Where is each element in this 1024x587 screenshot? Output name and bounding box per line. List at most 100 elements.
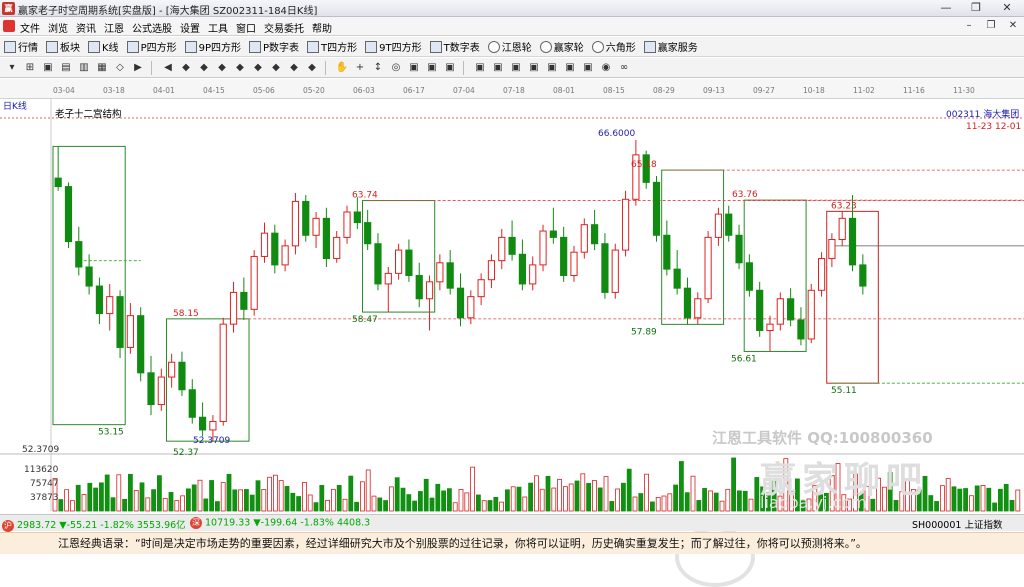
status-sh-index[interactable]: 沪 2983.72 ▼-55.21 -1.82% 3553.96亿 (2, 517, 186, 532)
draw-tool-15-icon[interactable]: ◆ (286, 60, 302, 76)
volume-bar (621, 482, 626, 512)
menu-item-4[interactable]: 公式选股 (132, 20, 178, 35)
draw-tool-9-icon[interactable]: ◆ (178, 60, 194, 76)
toolbar-button-7[interactable]: 9T四方形 (365, 39, 422, 54)
volume-bar (87, 482, 93, 512)
draw-tool-2-icon[interactable]: ▣ (40, 60, 56, 76)
draw-tool-31-icon[interactable]: ◉ (598, 60, 614, 76)
candle-body (683, 287, 692, 319)
app-logo-icon: 赢 (2, 2, 15, 15)
menu-item-3[interactable]: 江恩 (104, 20, 130, 35)
draw-tool-22-icon[interactable]: ▣ (424, 60, 440, 76)
child-minimize-button[interactable]: – (962, 19, 976, 33)
draw-tool-4-icon[interactable]: ▥ (76, 60, 92, 76)
volume-bar (226, 473, 232, 512)
volume-axis-label-2: 75747 (30, 479, 59, 489)
candle-body (322, 217, 330, 260)
volume-bar (197, 479, 203, 512)
volume-bar (267, 476, 273, 512)
volume-bar (655, 497, 661, 512)
volume-bar (748, 498, 754, 512)
draw-tool-17-icon[interactable]: ✋ (334, 60, 350, 76)
candle-body (168, 361, 176, 378)
draw-tool-12-icon[interactable]: ◆ (232, 60, 248, 76)
draw-tool-3-icon[interactable]: ▤ (58, 60, 74, 76)
draw-tool-20-icon[interactable]: ◎ (388, 60, 404, 76)
draw-tool-8-icon[interactable]: ◀ (160, 60, 176, 76)
toolbar-button-12[interactable]: 赢家服务 (643, 39, 698, 54)
volume-bar (464, 492, 470, 512)
draw-tool-13-icon[interactable]: ◆ (250, 60, 266, 76)
price-label: 63.74 (352, 191, 378, 201)
toolbar-button-0[interactable]: 行情 (4, 39, 38, 54)
menu-item-7[interactable]: 窗口 (236, 20, 262, 35)
volume-bar (1015, 489, 1021, 512)
toolbar-button-4[interactable]: 9P四方形 (184, 39, 241, 54)
toolbar-button-8[interactable]: T数字表 (429, 39, 480, 54)
minimize-button[interactable]: — (932, 0, 960, 16)
price-level-labels: 66.6000 65.18 63.74 63.76 63.23 58.15 58.47 57.… (98, 129, 857, 458)
toolbar-button-10[interactable]: 赢家轮 (539, 39, 584, 54)
draw-tool-7-icon[interactable]: ▶ (130, 60, 146, 76)
draw-tool-32-icon[interactable]: ∞ (616, 60, 632, 76)
child-restore-button[interactable]: ❐ (984, 19, 998, 33)
draw-tool-21-icon[interactable]: ▣ (406, 60, 422, 76)
price-label: 52.3709 (193, 436, 230, 446)
toolbar-button-5[interactable]: P数字表 (249, 39, 299, 54)
volume-bar (412, 500, 418, 512)
menu-item-2[interactable]: 资讯 (76, 20, 102, 35)
status-index-name[interactable]: SH000001 上证指数 (912, 517, 1002, 531)
price-label: 66.6000 (598, 129, 635, 139)
draw-tool-18-icon[interactable]: + (352, 60, 368, 76)
toolbar-button-9[interactable]: 江恩轮 (487, 39, 532, 54)
draw-tool-27-icon[interactable]: ▣ (526, 60, 542, 76)
volume-bar (487, 500, 493, 512)
toolbar-button-2[interactable]: K线 (88, 39, 119, 54)
volume-bar (93, 487, 98, 512)
menu-item-6[interactable]: 工具 (208, 20, 234, 35)
volume-bar (180, 495, 186, 512)
kline-chart-svg[interactable]: 03-04 03-18 04-01 04-15 05-06 05-20 06-03 06-17… (0, 79, 1024, 514)
candle-body (756, 289, 764, 331)
draw-tool-16-icon[interactable]: ◆ (304, 60, 320, 76)
volume-bar (563, 486, 568, 512)
draw-tool-25-icon[interactable]: ▣ (490, 60, 506, 76)
draw-tool-28-icon[interactable]: ▣ (544, 60, 560, 76)
x-date-label: 07-18 (503, 86, 525, 95)
maximize-button[interactable]: ❐ (962, 0, 990, 16)
draw-tool-0-icon[interactable]: ▾ (4, 60, 20, 76)
close-button[interactable]: ✕ (990, 0, 1024, 16)
menu-item-1[interactable]: 浏览 (48, 20, 74, 35)
toolbar-button-1[interactable]: 板块 (46, 39, 80, 54)
volume-bar (330, 488, 336, 512)
candle-body (776, 298, 784, 325)
draw-tool-24-icon[interactable]: ▣ (472, 60, 488, 76)
volume-bar (301, 482, 307, 512)
toolbar-button-11[interactable]: 六角形 (591, 39, 636, 54)
child-close-button[interactable]: ✕ (1006, 19, 1020, 33)
menu-item-0[interactable]: 文件 (20, 20, 46, 35)
draw-tool-14-icon[interactable]: ◆ (268, 60, 284, 76)
toolbar-button-3[interactable]: P四方形 (126, 39, 177, 54)
draw-tool-11-icon[interactable]: ◆ (214, 60, 230, 76)
kline-chart[interactable]: 03-04 03-18 04-01 04-15 05-06 05-20 06-03 06-17… (0, 79, 1024, 587)
draw-tool-29-icon[interactable]: ▣ (562, 60, 578, 76)
draw-tool-1-icon[interactable]: ⊞ (22, 60, 38, 76)
volume-bar (156, 475, 162, 512)
menu-item-9[interactable]: 帮助 (312, 20, 338, 35)
volume-bar (261, 489, 267, 512)
toolbar-button-6[interactable]: T四方形 (307, 39, 357, 54)
toolbar-button-label: 9P四方形 (198, 43, 241, 54)
draw-tool-6-icon[interactable]: ◇ (112, 60, 128, 76)
draw-tool-10-icon[interactable]: ◆ (196, 60, 212, 76)
draw-tool-23-icon[interactable]: ▣ (442, 60, 458, 76)
menu-item-8[interactable]: 交易委托 (264, 20, 310, 35)
draw-tool-26-icon[interactable]: ▣ (508, 60, 524, 76)
volume-bar (713, 492, 719, 512)
draw-tool-5-icon[interactable]: ▦ (94, 60, 110, 76)
status-sz-index[interactable]: 深 10719.33 ▼-199.64 -1.83% 4408.3 (190, 517, 370, 529)
draw-tool-19-icon[interactable]: ↕ (370, 60, 386, 76)
table-icon (249, 40, 261, 53)
menu-item-5[interactable]: 设置 (180, 20, 206, 35)
draw-tool-30-icon[interactable]: ▣ (580, 60, 596, 76)
